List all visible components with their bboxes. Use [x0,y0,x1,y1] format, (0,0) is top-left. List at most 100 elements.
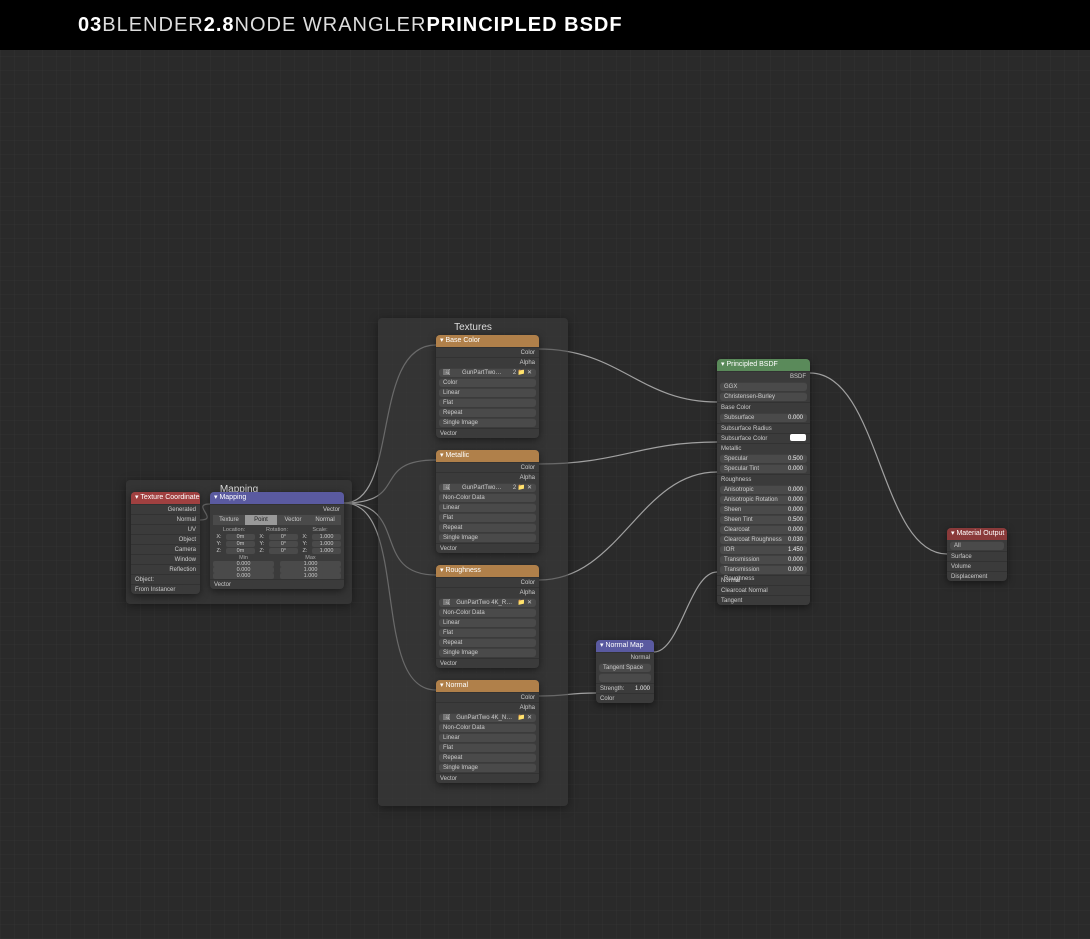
ext[interactable]: Repeat [439,753,536,762]
out-color[interactable]: Color [436,347,539,357]
ext[interactable]: Repeat [439,523,536,532]
node-header[interactable]: ▾ Roughness [436,565,539,577]
out-object[interactable]: Object [131,534,200,544]
bsdf-anisotropic[interactable]: Anisotropic0.000 [720,485,807,494]
ext[interactable]: Repeat [439,408,536,417]
bsdf-transmission[interactable]: Transmission0.000 [720,555,807,564]
bsdf-clearcoat-roughness[interactable]: Clearcoat Roughness0.030 [720,535,807,544]
node-header[interactable]: ▾ Texture Coordinate [131,492,200,504]
node-editor-canvas[interactable]: Mapping Textures ▾ Texture Coordinate Ge… [0,0,1090,939]
node-principled-bsdf[interactable]: ▾ Principled BSDF BSDF GGX Christensen-B… [717,359,810,605]
in-color[interactable]: Color [596,693,654,703]
scl-z[interactable]: 1.000 [312,548,341,554]
bsdf-specular-tint[interactable]: Specular Tint0.000 [720,464,807,473]
mapping-type-tabs[interactable]: Texture Point Vector Normal [213,515,341,525]
uvmap[interactable] [599,673,651,682]
interp[interactable]: Linear [439,503,536,512]
bsdf-sheen-tint[interactable]: Sheen Tint0.500 [720,515,807,524]
ext[interactable]: Repeat [439,638,536,647]
node-material-output[interactable]: ▾ Material Output All Surface Volume Dis… [947,528,1007,581]
distribution[interactable]: GGX [720,382,807,391]
in-vector[interactable]: Vector [436,773,539,783]
loc-y[interactable]: 0m [226,541,255,547]
in-volume[interactable]: Volume [947,561,1007,571]
node-header[interactable]: ▾ Mapping [210,492,344,504]
node-normal-map[interactable]: ▾ Normal Map Normal Tangent Space Streng… [596,640,654,703]
tab-point[interactable]: Point [245,515,277,525]
bsdf-metallic[interactable]: Metallic [717,443,810,453]
in-vector[interactable]: Vector [436,658,539,668]
image-picker[interactable]: 🖼GunPartTwo…2 📁 ✕ [439,483,536,492]
in-vector[interactable]: Vector [210,579,344,589]
bsdf-subsurface[interactable]: Subsurface0.000 [720,413,807,422]
proj[interactable]: Flat [439,743,536,752]
interp[interactable]: Linear [439,733,536,742]
bsdf-clearcoat[interactable]: Clearcoat0.000 [720,525,807,534]
src[interactable]: Single Image [439,763,536,772]
node-header[interactable]: ▾ Normal Map [596,640,654,652]
colorspace[interactable]: Non-Color Data [439,493,536,502]
node-tex-roughness[interactable]: ▾ Roughness Color Alpha 🖼GunPartTwo 4K_R… [436,565,539,668]
interp[interactable]: Linear [439,388,536,397]
bsdf-base-color[interactable]: Base Color [717,402,810,412]
colorspace[interactable]: Non-Color Data [439,723,536,732]
src[interactable]: Single Image [439,648,536,657]
bsdf-clearcoat-normal[interactable]: Clearcoat Normal [717,585,810,595]
out-vector[interactable]: Vector [210,504,344,514]
max-z[interactable]: 1.000 [280,573,341,579]
bsdf-transmission-roughness[interactable]: Transmission Roughness0.000 [720,565,807,574]
colorspace[interactable]: Non-Color Data [439,608,536,617]
proj[interactable]: Flat [439,398,536,407]
out-uv[interactable]: UV [131,524,200,534]
src[interactable]: Single Image [439,418,536,427]
proj[interactable]: Flat [439,513,536,522]
out-alpha[interactable]: Alpha [436,357,539,367]
object-picker[interactable]: Object: [131,574,200,584]
out-normal[interactable]: Normal [131,514,200,524]
rot-z[interactable]: 0° [269,548,298,554]
out-camera[interactable]: Camera [131,544,200,554]
in-surface[interactable]: Surface [947,551,1007,561]
node-tex-normal[interactable]: ▾ Normal Color Alpha 🖼GunPartTwo 4K_N…📁 … [436,680,539,783]
in-vector[interactable]: Vector [436,428,539,438]
colorspace[interactable]: Color [439,378,536,387]
out-reflection[interactable]: Reflection [131,564,200,574]
node-header[interactable]: ▾ Base Color [436,335,539,347]
proj[interactable]: Flat [439,628,536,637]
bsdf-subsurface-radius[interactable]: Subsurface Radius [717,423,810,433]
check-from-instancer[interactable]: From Instancer [131,584,200,594]
image-picker[interactable]: 🖼GunPartTwo 4K_R…📁 ✕ [439,598,536,607]
out-alpha[interactable]: Alpha [436,472,539,482]
bsdf-normal[interactable]: Normal [717,575,810,585]
loc-x[interactable]: 0m [226,534,255,540]
bsdf-specular[interactable]: Specular0.500 [720,454,807,463]
bsdf-sheen[interactable]: Sheen0.000 [720,505,807,514]
out-color[interactable]: Color [436,692,539,702]
image-picker[interactable]: 🖼GunPartTwo…2 📁 ✕ [439,368,536,377]
node-header[interactable]: ▾ Material Output [947,528,1007,540]
out-bsdf[interactable]: BSDF [717,371,810,381]
in-vector[interactable]: Vector [436,543,539,553]
node-header[interactable]: ▾ Normal [436,680,539,692]
out-generated[interactable]: Generated [131,504,200,514]
node-mapping[interactable]: ▾ Mapping Vector Texture Point Vector No… [210,492,344,589]
node-header[interactable]: ▾ Metallic [436,450,539,462]
bsdf-ior[interactable]: IOR1.450 [720,545,807,554]
bsdf-roughness[interactable]: Roughness [717,474,810,484]
tab-normal[interactable]: Normal [309,515,341,525]
scl-x[interactable]: 1.000 [312,534,341,540]
loc-z[interactable]: 0m [226,548,255,554]
interp[interactable]: Linear [439,618,536,627]
tab-vector[interactable]: Vector [277,515,309,525]
out-window[interactable]: Window [131,554,200,564]
node-texture-coordinate[interactable]: ▾ Texture Coordinate Generated Normal UV… [131,492,200,594]
out-alpha[interactable]: Alpha [436,587,539,597]
bsdf-tangent[interactable]: Tangent [717,595,810,605]
bsdf-subsurface-color[interactable]: Subsurface Color [717,433,810,443]
scl-y[interactable]: 1.000 [312,541,341,547]
out-alpha[interactable]: Alpha [436,702,539,712]
node-tex-basecolor[interactable]: ▾ Base Color Color Alpha 🖼GunPartTwo…2 📁… [436,335,539,438]
out-color[interactable]: Color [436,577,539,587]
space[interactable]: Tangent Space [599,663,651,672]
min-z[interactable]: 0.000 [213,573,274,579]
